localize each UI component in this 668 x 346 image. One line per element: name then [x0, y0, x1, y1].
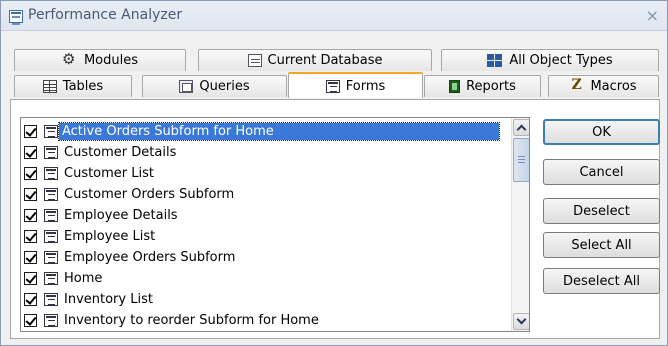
tab-tables[interactable]: Tables	[14, 75, 132, 97]
form-icon	[44, 209, 58, 222]
item-label: Active Orders Subform for Home	[58, 122, 500, 141]
database-icon	[247, 54, 262, 67]
tab-label: Macros	[590, 79, 637, 94]
item-checkbox[interactable]	[24, 314, 37, 327]
list-item[interactable]: Customer Details	[21, 142, 511, 163]
tab-label: Current Database	[267, 53, 383, 68]
item-checkbox[interactable]	[24, 167, 37, 180]
all-objects-icon	[487, 54, 503, 67]
select-all-button[interactable]: Select All	[543, 232, 660, 258]
form-icon	[44, 251, 58, 264]
item-checkbox[interactable]	[24, 125, 37, 138]
item-label: Customer Details	[64, 145, 177, 160]
list-item[interactable]: Active Orders Subform for Home	[21, 121, 511, 142]
item-checkbox[interactable]	[24, 209, 37, 222]
form-icon	[44, 188, 58, 201]
item-checkbox[interactable]	[24, 251, 37, 264]
tab-label: All Object Types	[509, 53, 613, 68]
tab-queries[interactable]: Queries	[142, 75, 287, 97]
title-bar[interactable]: Performance Analyzer ×	[1, 1, 667, 31]
item-checkbox[interactable]	[24, 146, 37, 159]
form-icon	[44, 146, 58, 159]
list-item[interactable]: Employee Details	[21, 205, 511, 226]
tab-label: Tables	[62, 79, 104, 94]
form-icon	[44, 230, 58, 243]
scroll-down-button[interactable]	[513, 313, 529, 330]
deselect-button[interactable]: Deselect	[543, 198, 660, 224]
vertical-scrollbar[interactable]	[511, 118, 529, 331]
form-icon	[325, 79, 340, 93]
scroll-up-button[interactable]	[513, 119, 529, 136]
item-label: Home	[64, 271, 103, 286]
tab-label: Modules	[83, 53, 139, 68]
tab-current-database[interactable]: Current Database	[198, 49, 432, 71]
performance-analyzer-dialog: Performance Analyzer × Modules Current D…	[0, 0, 668, 346]
modules-icon	[62, 50, 78, 68]
form-icon	[44, 125, 58, 138]
tab-label: Forms	[345, 78, 386, 94]
item-checkbox[interactable]	[24, 230, 37, 243]
deselect-all-button[interactable]: Deselect All	[543, 268, 660, 294]
tab-forms[interactable]: Forms	[288, 72, 423, 98]
list-item[interactable]: Home	[21, 268, 511, 289]
item-label: Inventory List	[64, 292, 153, 307]
ok-button[interactable]: OK	[543, 119, 660, 145]
close-icon[interactable]: ×	[646, 6, 659, 25]
forms-listbox[interactable]: Active Orders Subform for Home Customer …	[20, 117, 530, 332]
list-item[interactable]: Inventory List	[21, 289, 511, 310]
item-label: Employee List	[64, 229, 156, 244]
item-label: Employee Orders Subform	[64, 250, 236, 265]
list-item[interactable]: Employee Orders Subform	[21, 247, 511, 268]
item-label: Employee Details	[64, 208, 178, 223]
form-icon	[44, 167, 58, 180]
tab-label: Reports	[466, 79, 516, 94]
item-label: Customer List	[64, 166, 155, 181]
report-icon	[449, 80, 461, 93]
item-checkbox[interactable]	[24, 293, 37, 306]
form-icon	[44, 272, 58, 285]
macro-icon	[570, 77, 584, 93]
item-label: Customer Orders Subform	[64, 187, 235, 202]
query-icon	[179, 80, 194, 93]
list-item[interactable]: Customer Orders Subform	[21, 184, 511, 205]
form-icon	[44, 293, 58, 306]
tab-all-object-types[interactable]: All Object Types	[441, 49, 659, 71]
item-checkbox[interactable]	[24, 188, 37, 201]
form-icon	[44, 314, 58, 327]
form-icon	[9, 10, 23, 25]
tab-label: Queries	[199, 79, 250, 94]
item-label: Inventory to reorder Subform for Home	[64, 313, 319, 328]
window-title: Performance Analyzer	[28, 7, 183, 23]
tab-macros[interactable]: Macros	[548, 75, 659, 97]
tab-modules[interactable]: Modules	[14, 49, 186, 71]
item-checkbox[interactable]	[24, 272, 37, 285]
scroll-thumb[interactable]	[513, 138, 529, 182]
cancel-button[interactable]: Cancel	[543, 159, 660, 185]
table-icon	[42, 80, 57, 93]
list-item[interactable]: Employee List	[21, 226, 511, 247]
list-item[interactable]: Customer List	[21, 163, 511, 184]
tab-reports[interactable]: Reports	[424, 75, 541, 97]
list-item[interactable]: Inventory to reorder Subform for Home	[21, 310, 511, 331]
